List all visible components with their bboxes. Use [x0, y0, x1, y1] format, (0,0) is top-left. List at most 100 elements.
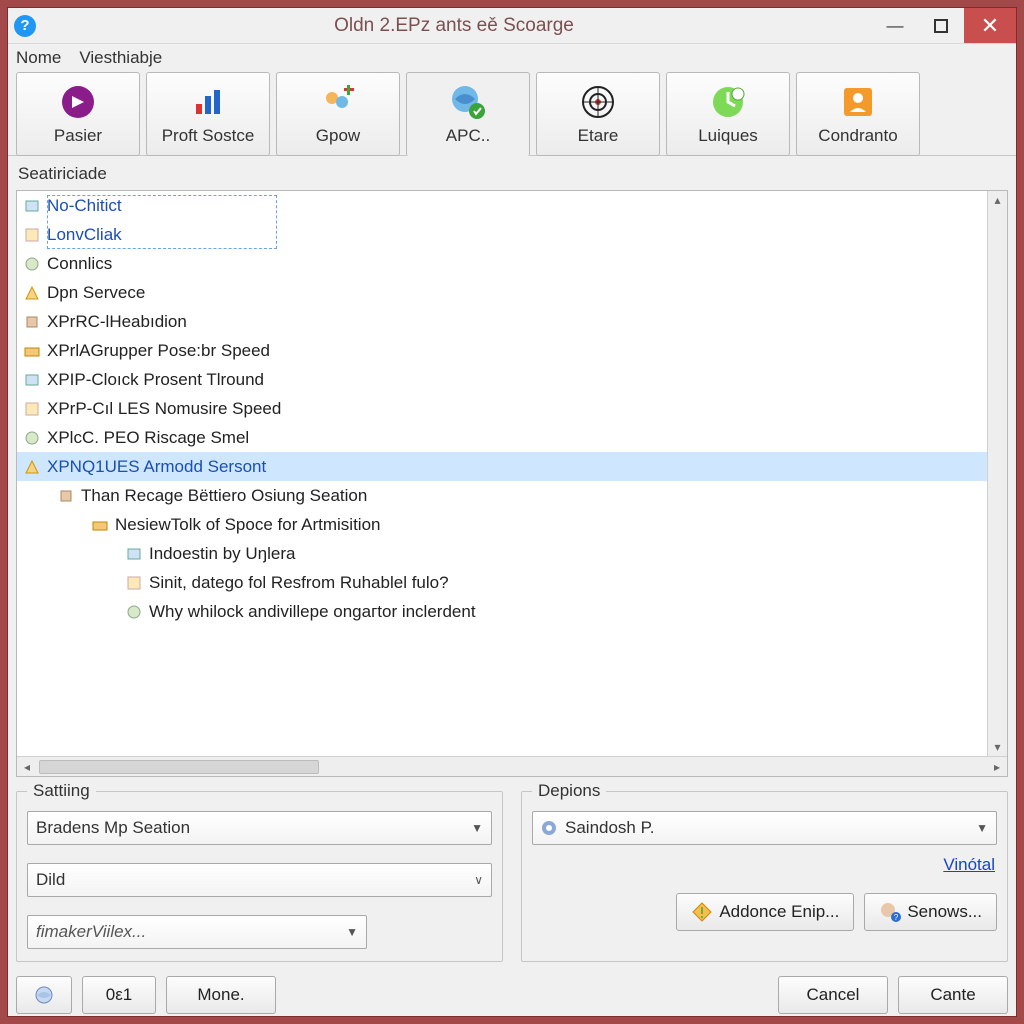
footer: 0ε1 Mone. Cancel Cante	[8, 970, 1016, 1016]
globe-small-icon	[33, 984, 55, 1006]
tab-apc[interactable]: APC..	[406, 72, 530, 156]
tree-body[interactable]: No-Chitict LonvCliak Connlics Dpn Servece XP…	[17, 191, 1007, 756]
tree-item[interactable]: Connlics	[17, 249, 1007, 278]
tree-item[interactable]: XPrP-Cıl LES Nomusire Speed	[17, 394, 1007, 423]
tree-item-label: Sinit, datego fol Resfrom Ruhablel fulo?	[149, 573, 449, 593]
menu-nome[interactable]: Nome	[16, 48, 61, 68]
depions-buttons: Addonce Enip... ? Senows...	[532, 893, 997, 931]
horizontal-scrollbar[interactable]: ◂ ▸	[17, 756, 1007, 776]
caret-down-icon: ▼	[976, 821, 988, 835]
tree-item[interactable]: Sinit, datego fol Resfrom Ruhablel fulo?	[17, 568, 1007, 597]
menubar: Nome Viesthiabje	[8, 44, 1016, 72]
scroll-left-icon[interactable]: ◂	[17, 760, 37, 774]
maker-combo[interactable]: fimakerViilex... ▼	[27, 915, 367, 949]
tree-item-label: Indoestin by Uŋlera	[149, 544, 295, 564]
tab-proft-sostce[interactable]: Proft Sostce	[146, 72, 270, 156]
tree-node-icon	[91, 516, 109, 534]
tree-item-label: No-Chitict	[47, 196, 122, 216]
tree-node-icon	[23, 255, 41, 273]
vinotal-link[interactable]: Vinótal	[532, 851, 997, 875]
tree-item[interactable]: XPrlAGrupper Pose:br Speed	[17, 336, 1007, 365]
content-area: Seatiriciade No-ChitictLonvCliakConnlics…	[8, 156, 1016, 970]
scroll-up-icon[interactable]: ▴	[994, 193, 1000, 207]
tree-node-icon	[23, 371, 41, 389]
tree-item-label: LonvCliak	[47, 225, 122, 245]
window-buttons: — ✕	[872, 8, 1016, 43]
tree-item[interactable]: XPIP-Cloıck Prosent Tlround	[17, 365, 1007, 394]
tab-pasier[interactable]: Pasier	[16, 72, 140, 156]
tree-item-label: NesiewTolk of Spoce for Artmisition	[115, 515, 381, 535]
scroll-down-icon[interactable]: ▾	[994, 740, 1000, 754]
footer-icon-button[interactable]	[16, 976, 72, 1014]
window-title: Oldn 2.EPz ants eě Scoarge	[36, 15, 872, 37]
vertical-scrollbar[interactable]: ▴ ▾	[987, 191, 1007, 756]
titlebar: ? Oldn 2.EPz ants eě Scoarge — ✕	[8, 8, 1016, 44]
tree-node-icon	[23, 284, 41, 302]
svg-text:?: ?	[894, 913, 899, 922]
depions-legend: Depions	[532, 781, 606, 801]
tab-luiques[interactable]: Luiques	[666, 72, 790, 156]
diamond-warning-icon	[691, 901, 713, 923]
mone-button[interactable]: Mone.	[166, 976, 276, 1014]
depions-group: Depions Saindosh P. ▼ Vinótal	[521, 781, 1008, 962]
tree-node-icon	[125, 603, 143, 621]
tree-node-icon	[23, 458, 41, 476]
tree-item[interactable]: XPNQ1UES Armodd Sersont	[17, 452, 1007, 481]
setting-legend: Sattiing	[27, 781, 96, 801]
tree-item-label: XPrRC-lHeabıdion	[47, 312, 187, 332]
cante-button[interactable]: Cante	[898, 976, 1008, 1014]
help-icon[interactable]: ?	[14, 15, 36, 37]
tree-item-label: Dpn Servece	[47, 283, 145, 303]
did-combo[interactable]: Dild ∨	[27, 863, 492, 897]
form-row: Sattiing Bradens Mp Seation ▼ Dild ∨ fim…	[16, 781, 1008, 962]
footer-small-button[interactable]: 0ε1	[82, 976, 156, 1014]
tree-panel: No-Chitict LonvCliak Connlics Dpn Servece XP…	[16, 190, 1008, 777]
setting-combo[interactable]: Bradens Mp Seation ▼	[27, 811, 492, 845]
tree-item-label: XPIP-Cloıck Prosent Tlround	[47, 370, 264, 390]
tree-node-icon	[23, 429, 41, 447]
tree-item-label: Connlics	[47, 254, 112, 274]
tree-item[interactable]: NesiewTolk of Spoce for Artmisition	[17, 510, 1007, 539]
tree-node-icon	[125, 545, 143, 563]
setting-group: Sattiing Bradens Mp Seation ▼ Dild ∨ fim…	[16, 781, 503, 962]
cancel-button[interactable]: Cancel	[778, 976, 888, 1014]
tab-condranto[interactable]: Condranto	[796, 72, 920, 156]
tree-item[interactable]: LonvCliak	[17, 220, 1007, 249]
tree-node-icon	[23, 400, 41, 418]
menu-viesthiabje[interactable]: Viesthiabje	[79, 48, 162, 68]
dialog-window: ? Oldn 2.EPz ants eě Scoarge — ✕ Nome Vi…	[7, 7, 1017, 1017]
gear-icon	[539, 818, 559, 838]
tree-node-icon	[23, 342, 41, 360]
tree-node-icon	[23, 313, 41, 331]
clock-check-icon	[710, 82, 746, 122]
tree-item[interactable]: Than Recage Bëttiero Osiung Seation	[17, 481, 1007, 510]
toolbar: Pasier Proft Sostce Gpow APC.. Etare	[8, 72, 1016, 156]
tree-node-icon	[23, 226, 41, 244]
person-card-icon	[840, 82, 876, 122]
tree-item[interactable]: XPrRC-lHeabıdion	[17, 307, 1007, 336]
depions-combo[interactable]: Saindosh P. ▼	[532, 811, 997, 845]
tree-item[interactable]: Why whilock andivillepe ongaгtor inclerd…	[17, 597, 1007, 626]
tree-item[interactable]: Indoestin by Uŋlera	[17, 539, 1007, 568]
addonce-button[interactable]: Addonce Enip...	[676, 893, 854, 931]
tree-item-label: XPNQ1UES Armodd Sersont	[47, 457, 266, 477]
tab-gpow[interactable]: Gpow	[276, 72, 400, 156]
scroll-right-icon[interactable]: ▸	[987, 760, 1007, 774]
tree-item[interactable]: XPlcC. PEO Riscage Smel	[17, 423, 1007, 452]
tab-etare[interactable]: Etare	[536, 72, 660, 156]
scroll-thumb[interactable]	[39, 760, 319, 774]
person-help-icon: ?	[879, 901, 901, 923]
tree-item-label: XPrP-Cıl LES Nomusire Speed	[47, 399, 281, 419]
maximize-button[interactable]	[918, 8, 964, 43]
users-plus-icon	[320, 82, 356, 122]
tree-node-icon	[57, 487, 75, 505]
close-button[interactable]: ✕	[964, 8, 1016, 43]
target-icon	[580, 82, 616, 122]
tree-item[interactable]: No-Chitict	[17, 191, 1007, 220]
tree-node-icon	[125, 574, 143, 592]
tree-item[interactable]: Dpn Servece	[17, 278, 1007, 307]
tree-item-label: Than Recage Bëttiero Osiung Seation	[81, 486, 367, 506]
senows-button[interactable]: ? Senows...	[864, 893, 997, 931]
minimize-button[interactable]: —	[872, 8, 918, 43]
caret-down-icon: ∨	[474, 873, 483, 887]
